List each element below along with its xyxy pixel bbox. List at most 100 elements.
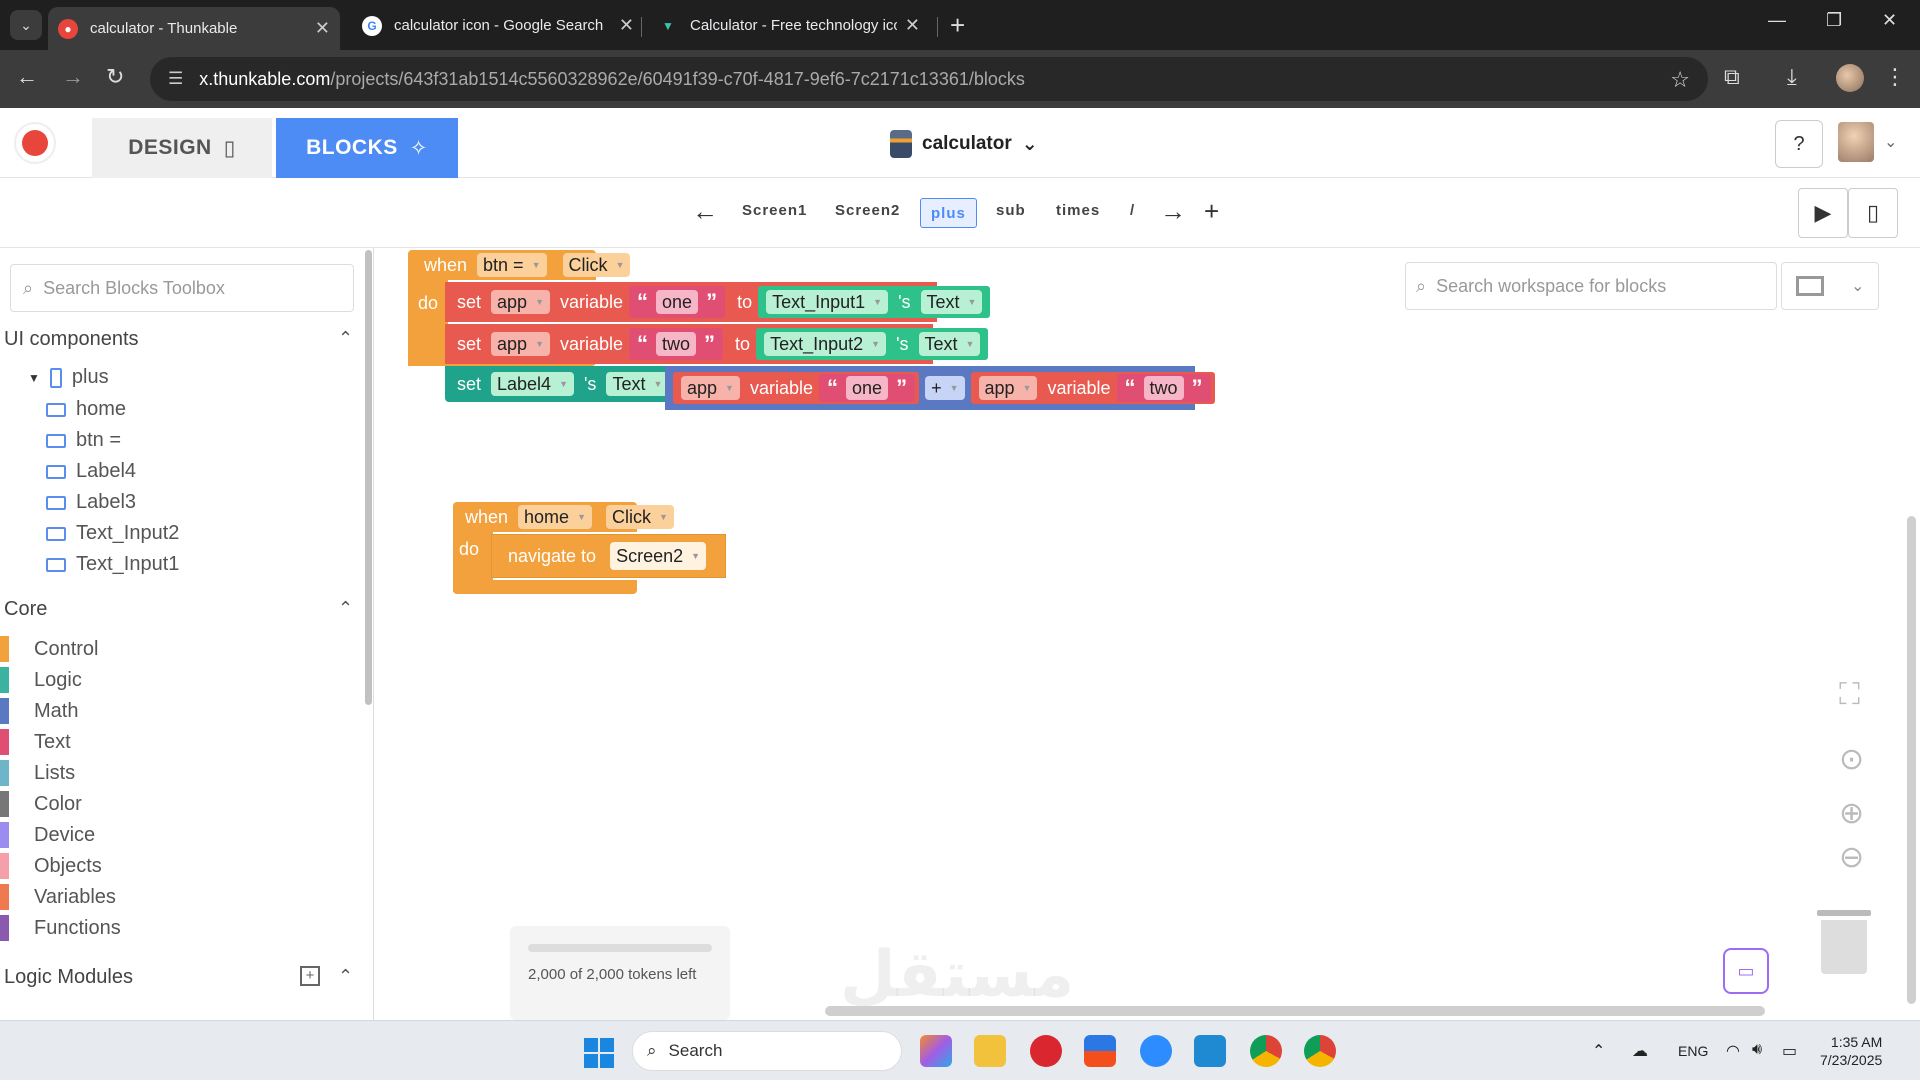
string-field[interactable]: one [846,376,889,400]
property-dropdown[interactable]: Text ▼ [606,372,669,396]
close-tab-icon[interactable]: ✕ [619,15,634,36]
previous-screen-arrow-icon[interactable]: ← [692,196,718,227]
component-dropdown[interactable]: btn = ▼ [477,253,547,277]
taskbar-search[interactable]: ⌕ Search [632,1031,902,1071]
workspace-search-input[interactable]: ⌕ Search workspace for blocks [1405,262,1777,310]
screen-tab[interactable]: Screen2 [835,202,900,219]
tab-google-search[interactable]: G calculator icon - Google Search ✕ [352,7,644,44]
component-label4[interactable]: Label4 [46,460,136,483]
download-icon[interactable]: ⤓ [1787,64,1797,90]
string-field[interactable]: two [656,332,697,356]
forward-arrow-icon[interactable]: → [62,64,84,90]
set-variable-two-block[interactable]: set app ▼ variable “ two ” to Text_Input2… [445,324,989,364]
logic-modules-header[interactable]: Logic Modules [4,966,133,989]
core-category-logic[interactable]: Logic [0,667,82,693]
chevron-up-icon[interactable]: ⌃ [338,598,353,619]
copilot-icon[interactable] [920,1035,952,1067]
screen-tab-active[interactable]: plus [920,198,977,228]
screen-tab[interactable]: sub [996,202,1026,219]
string-field[interactable]: one [656,290,699,314]
event-dropdown[interactable]: Click ▼ [605,505,674,529]
close-tab-icon[interactable]: ✕ [905,15,920,36]
tree-root-plus[interactable]: ▼ plus [28,366,109,389]
chrome-icon[interactable] [1250,1035,1282,1067]
screen-tab[interactable]: / [1130,202,1135,219]
screen-tab[interactable]: Screen1 [742,202,807,219]
core-category-functions[interactable]: Functions [0,915,121,941]
set-variable-one-block[interactable]: set app ▼ variable “ one ” to Text_Input1… [445,282,991,322]
chevron-up-icon[interactable]: ⌃ [1592,1041,1605,1061]
new-tab-plus-icon[interactable]: + [950,10,965,41]
tab-free-icons[interactable]: ▼ Calculator - Free technology ico ✕ [648,7,930,44]
user-avatar[interactable] [1838,122,1874,162]
scope-dropdown[interactable]: app ▼ [978,376,1038,400]
language-indicator[interactable]: ENG [1678,1043,1708,1059]
browser-profile-avatar[interactable] [1836,64,1864,92]
component-text-input1[interactable]: Text_Input1 [46,553,179,576]
text-string-block[interactable]: “ one ” [819,374,916,402]
navigate-to-block[interactable]: navigate to Screen2 ▼ [491,534,726,578]
battery-icon[interactable]: ▭ [1782,1041,1797,1061]
microsoft-store-icon[interactable] [1084,1035,1116,1067]
tab-search-menu[interactable]: ⌄ [10,10,42,40]
property-dropdown[interactable]: Text ▼ [918,332,981,356]
thunkable-logo[interactable] [14,122,56,164]
component-dropdown[interactable]: home ▼ [518,505,592,529]
volume-icon[interactable]: 🔊︎ [1752,1041,1762,1059]
chevron-up-icon[interactable]: ⌃ [338,328,353,349]
math-add-block[interactable]: app ▼ variable “ one ” + ▼ app ▼ variable “… [665,366,1215,410]
add-screen-plus-icon[interactable]: + [1204,196,1219,227]
back-arrow-icon[interactable]: ← [16,64,38,90]
component-label3[interactable]: Label3 [46,491,136,514]
add-module-icon[interactable]: + [300,966,320,986]
minimize-icon[interactable]: — [1768,10,1786,31]
project-selector[interactable]: calculator ⌄ [890,130,1038,158]
string-field[interactable]: two [1143,376,1184,400]
core-category-device[interactable]: Device [0,822,95,848]
file-explorer-icon[interactable] [974,1035,1006,1067]
reload-icon[interactable]: ↻ [106,64,124,90]
zoom-icon[interactable] [1140,1035,1172,1067]
screen-dropdown[interactable]: Screen2 ▼ [610,542,707,570]
property-dropdown[interactable]: Text ▼ [920,290,983,314]
sidebar-scrollbar[interactable] [365,250,372,705]
windows-start-icon[interactable] [584,1038,614,1068]
blocks-tab-button[interactable]: BLOCKS ✧ [276,118,458,178]
next-screen-arrow-icon[interactable]: → [1160,196,1186,227]
get-variable-one-block[interactable]: app ▼ variable “ one ” [673,372,920,404]
scope-dropdown[interactable]: app ▼ [491,290,550,314]
bookmark-star-icon[interactable]: ☆ [1670,67,1690,93]
core-category-objects[interactable]: Objects [0,853,102,879]
tab-thunkable[interactable]: ● calculator - Thunkable ✕ [48,7,340,50]
text-string-block[interactable]: “ two ” [1116,374,1211,402]
core-category-color[interactable]: Color [0,791,82,817]
help-button[interactable]: ? [1775,120,1823,168]
scope-dropdown[interactable]: app ▼ [681,376,740,400]
scope-dropdown[interactable]: app ▼ [491,332,550,356]
component-btn-equals[interactable]: btn = [46,429,121,452]
component-home[interactable]: home [46,398,126,421]
component-property-block[interactable]: Text_Input2 ▼ 's Text ▼ [756,328,989,360]
screen-tab[interactable]: times [1056,202,1100,219]
live-preview-button[interactable]: ▶ [1798,188,1848,238]
core-header[interactable]: Core [4,598,47,621]
event-block-btn-click[interactable]: when btn = ▼ Click ▼ [408,250,631,280]
zoom-in-icon[interactable]: ⊕ [1839,796,1864,831]
device-preview-button[interactable]: ▯ [1848,188,1898,238]
core-category-control[interactable]: Control [0,636,98,662]
chevron-up-icon[interactable]: ⌃ [338,966,353,987]
component-property-block[interactable]: Text_Input1 ▼ 's Text ▼ [758,286,991,318]
address-bar[interactable]: ☰ x.thunkable.com/projects/643f31ab1514c… [150,57,1708,101]
core-category-math[interactable]: Math [0,698,78,724]
blocks-workspace[interactable]: when btn = ▼ Click ▼ do set app ▼ variable … [375,248,1920,1020]
workspace-view-dropdown[interactable]: ⌄ [1781,262,1879,310]
core-category-variables[interactable]: Variables [0,884,116,910]
design-tab-button[interactable]: DESIGN ▯ [92,118,272,178]
close-tab-icon[interactable]: ✕ [315,18,330,39]
restore-icon[interactable]: ❐ [1826,10,1842,31]
browser-menu-icon[interactable]: ⋮ [1884,64,1906,90]
event-block-home-click[interactable]: when home ▼ Click ▼ [453,502,674,532]
core-category-lists[interactable]: Lists [0,760,75,786]
ui-components-header[interactable]: UI components [4,328,139,351]
recenter-icon[interactable]: ⊙ [1839,742,1864,777]
